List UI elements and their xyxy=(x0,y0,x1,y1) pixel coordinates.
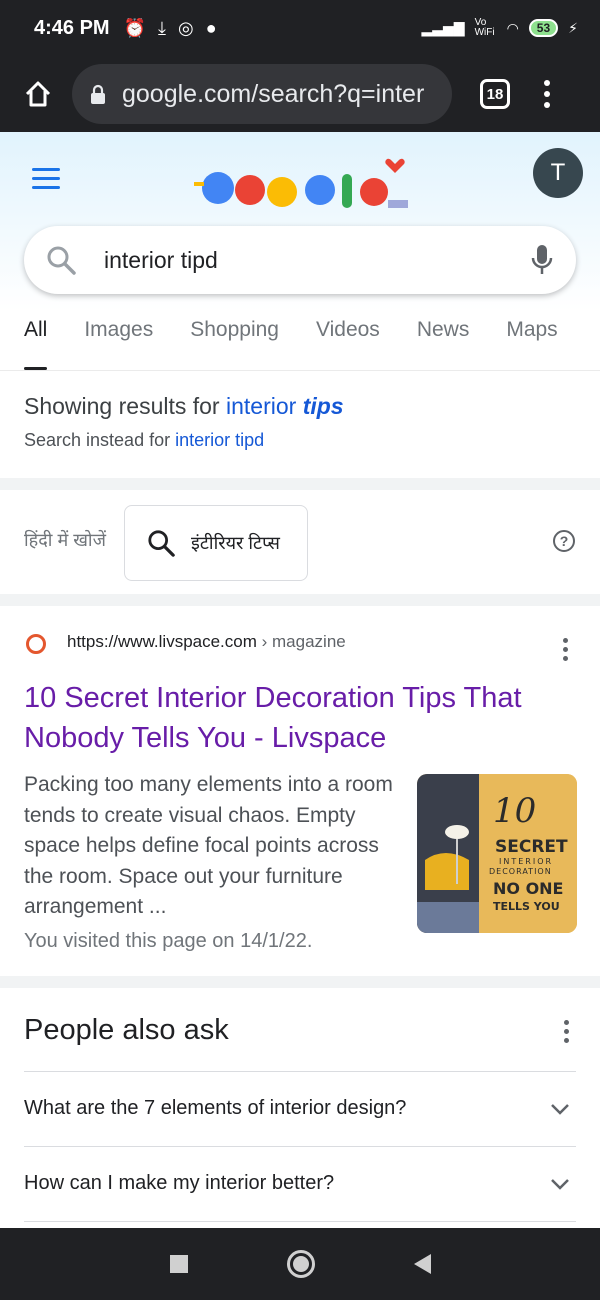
svg-text:SECRET: SECRET xyxy=(495,837,568,857)
chevron-down-icon xyxy=(551,1178,569,1190)
notification-icons: ⏰ ⤓ ◎ ● xyxy=(124,18,217,39)
corrected-query-link[interactable]: interior tips xyxy=(226,393,344,419)
microphone-icon[interactable] xyxy=(530,244,554,276)
tab-maps[interactable]: Maps xyxy=(506,318,557,370)
back-button-icon[interactable] xyxy=(413,1254,431,1274)
home-button[interactable] xyxy=(14,70,62,118)
address-bar[interactable]: google.com/search?q=inter xyxy=(72,64,452,124)
svg-text:DECORATION: DECORATION xyxy=(489,867,552,876)
section-divider xyxy=(0,594,600,606)
recents-button-icon[interactable] xyxy=(169,1255,188,1273)
alarm-icon: ⏰ xyxy=(123,17,147,38)
wifi-icon: ◠ xyxy=(506,19,519,36)
paa-question[interactable]: What are the 7 elements of interior desi… xyxy=(24,1071,576,1145)
chat-icon: ● xyxy=(205,17,217,38)
signal-icon: ▂▃▅▇ xyxy=(421,19,465,36)
download-icon: ⤓ xyxy=(158,17,166,38)
result-url[interactable]: https://www.livspace.com › magazine xyxy=(67,632,346,652)
paa-more-options-icon[interactable] xyxy=(564,1020,569,1043)
search-header: T interior tipd All Images Shopping Vide… xyxy=(0,132,600,370)
paa-question[interactable]: How can I make my interior better? xyxy=(24,1146,576,1220)
tab-switcher-button[interactable]: 18 xyxy=(480,79,510,109)
livspace-favicon-icon xyxy=(26,634,46,654)
charging-icon: ⚡ xyxy=(568,19,578,36)
search-box[interactable]: interior tipd xyxy=(24,226,576,294)
svg-text:INTERIOR: INTERIOR xyxy=(499,857,553,866)
instagram-icon: ◎ xyxy=(177,17,194,38)
home-nav-button-icon[interactable] xyxy=(286,1250,315,1278)
battery-indicator: 53 xyxy=(528,19,559,37)
paa-bottom-divider xyxy=(24,1221,576,1222)
tab-videos[interactable]: Videos xyxy=(316,318,380,370)
thumbnail-image: 10 SECRET INTERIOR DECORATION NO ONE TEL… xyxy=(417,774,577,933)
tab-shopping[interactable]: Shopping xyxy=(190,318,279,370)
result-more-options-icon[interactable] xyxy=(563,638,568,661)
search-icon xyxy=(47,246,76,275)
search-query[interactable]: interior tipd xyxy=(104,247,218,274)
url-text: google.com/search?q=inter xyxy=(122,79,425,108)
spelling-correction-card: Showing results for interior tips Search… xyxy=(0,370,600,478)
svg-text:NO ONE: NO ONE xyxy=(493,879,563,898)
hamburger-menu-icon[interactable] xyxy=(32,168,60,195)
result-title-link[interactable]: 10 Secret Interior Decoration Tips That … xyxy=(24,678,564,758)
lock-icon xyxy=(91,84,105,104)
browser-toolbar: google.com/search?q=inter 18 xyxy=(0,56,600,132)
google-doodle-logo[interactable] xyxy=(190,156,410,216)
browser-menu-button[interactable] xyxy=(544,80,550,108)
result-thumbnail[interactable]: 10 SECRET INTERIOR DECORATION NO ONE TEL… xyxy=(417,774,577,933)
account-avatar[interactable]: T xyxy=(533,148,583,198)
search-instead-line: Search instead for interior tipd xyxy=(24,430,265,450)
system-icons: ▂▃▅▇ Vo WiFi ◠ 53 ⚡ xyxy=(422,18,579,38)
search-icon xyxy=(148,530,175,557)
original-query-link[interactable]: interior tipd xyxy=(175,430,264,450)
search-result: https://www.livspace.com › magazine 10 S… xyxy=(0,606,600,976)
showing-results-line: Showing results for interior tips xyxy=(24,393,344,419)
hindi-search-chip[interactable]: इंटीरियर टिप्स xyxy=(124,505,308,581)
tab-images[interactable]: Images xyxy=(84,318,153,370)
help-icon[interactable]: ? xyxy=(553,530,575,552)
search-tabs: All Images Shopping Videos News Maps xyxy=(24,318,595,370)
hindi-search-card: हिंदी में खोजें इंटीरियर टिप्स ? xyxy=(0,490,600,594)
hindi-chip-query: इंटीरियर टिप्स xyxy=(191,533,280,553)
svg-text:TELLS YOU: TELLS YOU xyxy=(493,900,560,913)
section-divider xyxy=(0,976,600,988)
result-snippet: Packing too many elements into a room te… xyxy=(24,773,393,918)
section-divider xyxy=(0,478,600,490)
visited-note: You visited this page on 14/1/22. xyxy=(24,930,313,952)
paa-title: People also ask xyxy=(24,1014,229,1046)
tab-news[interactable]: News xyxy=(417,318,470,370)
people-also-ask: People also ask What are the 7 elements … xyxy=(0,988,600,1228)
chevron-down-icon xyxy=(551,1103,569,1115)
hindi-search-label: हिंदी में खोजें xyxy=(24,530,106,550)
status-bar: 4:46 PM ⏰ ⤓ ◎ ● ▂▃▅▇ Vo WiFi ◠ 53 ⚡ xyxy=(0,0,600,56)
svg-text:10: 10 xyxy=(493,791,536,831)
home-icon xyxy=(25,81,51,107)
system-navigation-bar xyxy=(0,1228,600,1300)
tab-all[interactable]: All xyxy=(24,318,48,370)
vowifi-label: Vo WiFi xyxy=(474,17,495,38)
status-time: 4:46 PM xyxy=(34,16,110,39)
